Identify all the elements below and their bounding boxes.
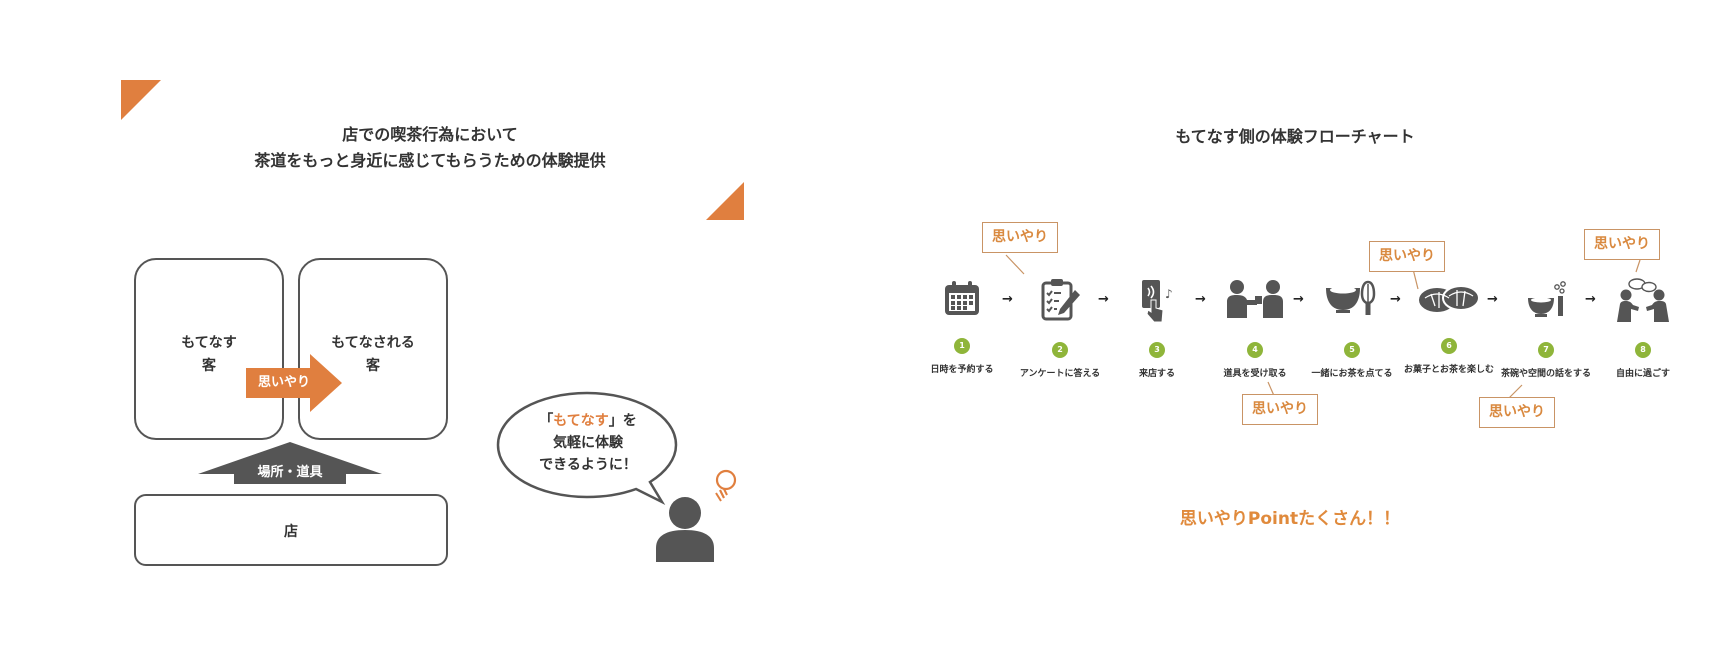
omoiyari-callout-step4: 思いやり	[1242, 394, 1318, 425]
omoiyari-point-text: 思いやりPointたくさん！！	[1179, 509, 1401, 529]
callout-connectors	[1005, 254, 1641, 401]
callout-line-step6	[1412, 268, 1419, 290]
omoiyari-callout-step8: 思いやり	[1584, 229, 1660, 260]
omoiyari-callout-step7: 思いやり	[1479, 397, 1555, 428]
omoiyari-callout-step2: 思いやり	[982, 222, 1058, 253]
callout-line-step2	[1005, 254, 1025, 275]
callout-line-step8	[1635, 259, 1641, 273]
omoiyari-callout-step6: 思いやり	[1369, 241, 1445, 272]
